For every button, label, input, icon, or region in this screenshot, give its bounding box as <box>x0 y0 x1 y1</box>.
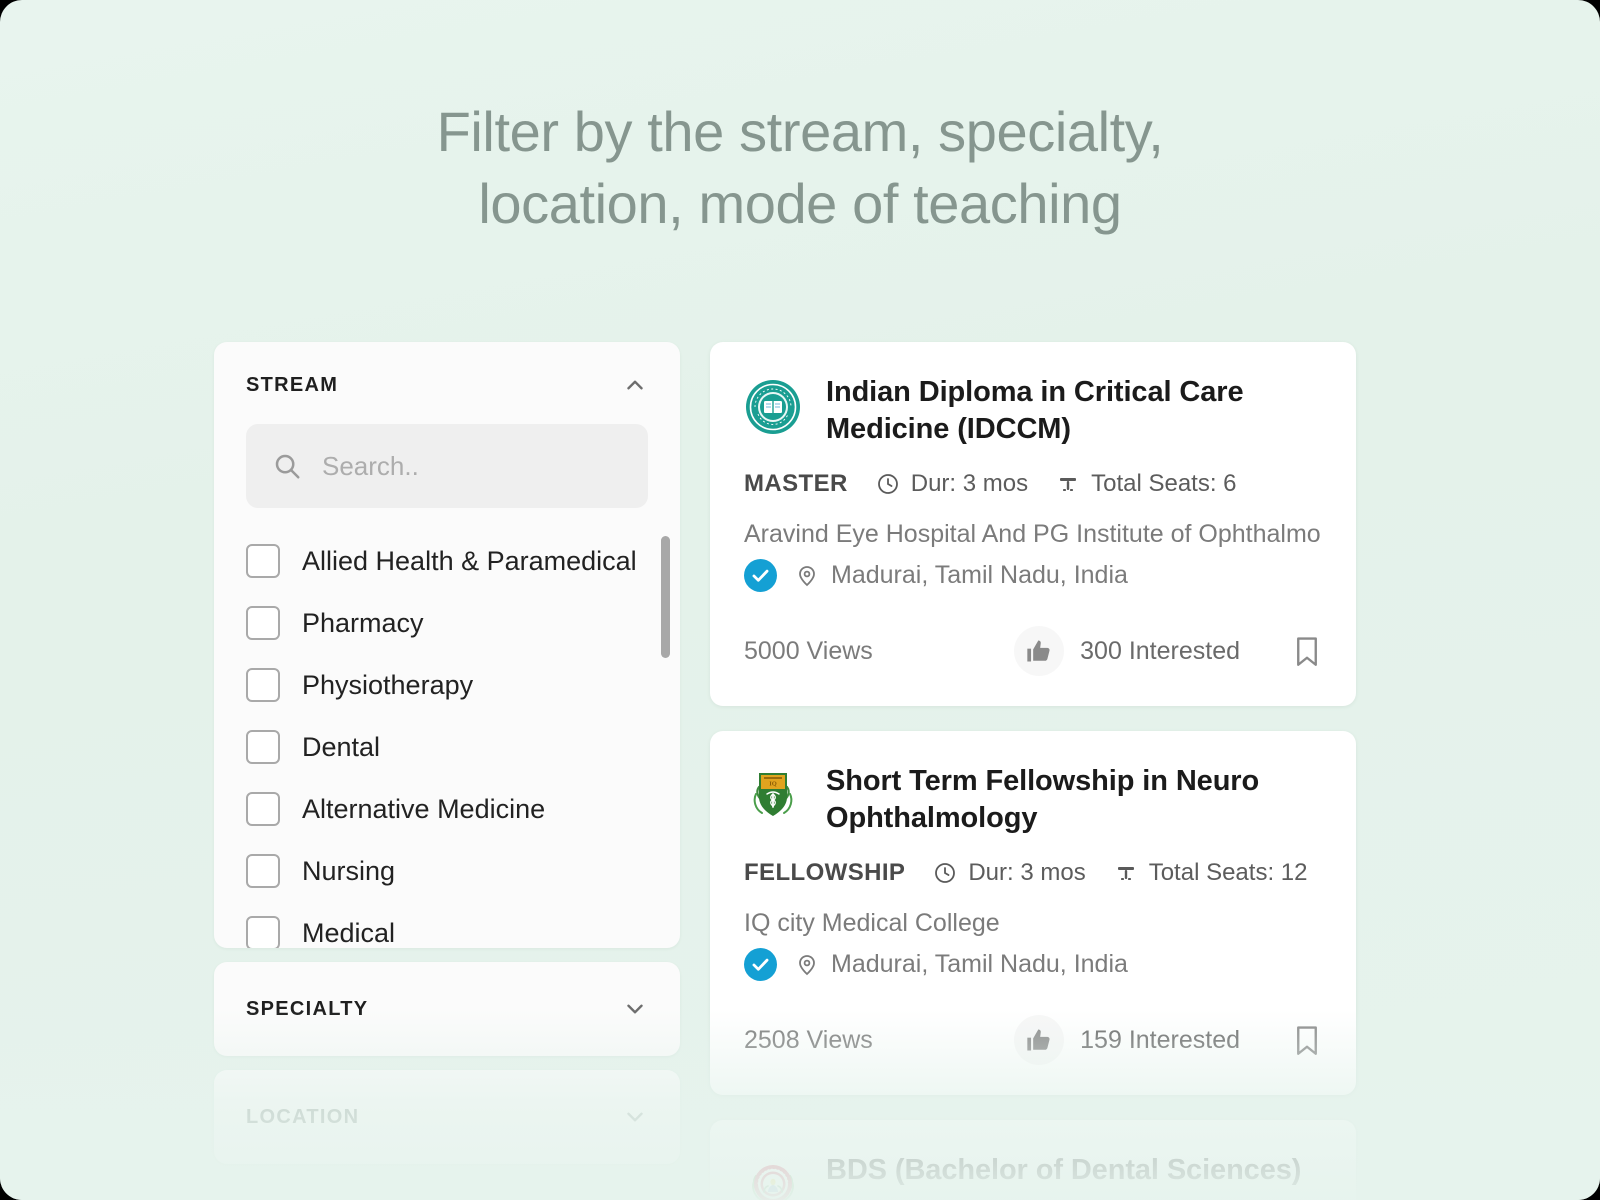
views-count: 5000 Views <box>744 636 873 665</box>
course-duration: Dur: 3 mos <box>933 859 1086 887</box>
location-text: Madurai, Tamil Nadu, India <box>831 950 1128 979</box>
course-seats: Total Seats: 12 <box>1114 859 1308 887</box>
course-seats-text: Total Seats: 6 <box>1091 470 1237 498</box>
course-results-list: Indian Diploma in Critical Care Medicine… <box>710 342 1356 1200</box>
institute-name: Aravind Eye Hospital And PG Institute of… <box>744 520 1322 549</box>
filter-sidebar: STREAM Allied Health & Paramedical <box>214 342 680 1164</box>
search-input[interactable] <box>322 450 622 482</box>
filter-section-location: LOCATION <box>214 1070 680 1164</box>
course-card-header: Indian Diploma in Critical Care Medicine… <box>744 374 1322 448</box>
course-meta-row: FELLOWSHIP Dur: 3 mos Total Seats: 12 <box>744 859 1322 887</box>
thumbs-up-icon[interactable] <box>1014 1015 1065 1066</box>
course-card[interactable]: IQ Short Term Fellowship in Neuro Ophtha… <box>710 731 1356 1096</box>
list-item[interactable]: Medical <box>246 902 648 948</box>
check-circle-icon <box>744 948 777 982</box>
stream-option-label: Physiotherapy <box>302 669 474 700</box>
stream-search-box[interactable] <box>246 424 648 508</box>
list-item[interactable]: Pharmacy <box>246 592 648 654</box>
stream-option-label: Nursing <box>302 855 396 886</box>
green-gold-shield-crest-logo: IQ <box>744 767 802 825</box>
map-pin-icon <box>795 564 819 588</box>
course-seats-text: Total Seats: 12 <box>1148 859 1308 887</box>
stream-option-label: Medical <box>302 917 396 948</box>
list-item[interactable]: Dental <box>246 716 648 778</box>
institute-location-row: Madurai, Tamil Nadu, India <box>744 559 1322 593</box>
red-circular-seal-logo <box>744 1156 802 1200</box>
clock-icon <box>933 861 957 885</box>
course-duration: Dur: 3 mos <box>876 470 1028 498</box>
course-level-badge: MASTER <box>744 470 848 498</box>
clock-icon <box>876 472 900 496</box>
views-count: 2508 Views <box>744 1025 873 1054</box>
stream-options-list[interactable]: Allied Health & Paramedical Pharmacy Phy… <box>214 530 680 948</box>
interested-count: 300 Interested <box>1080 636 1240 665</box>
checkbox-icon[interactable] <box>246 730 280 764</box>
seat-icon <box>1056 472 1080 496</box>
checkbox-icon[interactable] <box>246 544 280 578</box>
search-icon <box>272 451 302 481</box>
stream-section-header[interactable]: STREAM <box>214 342 680 424</box>
stream-option-label: Dental <box>302 731 381 762</box>
content-area: STREAM Allied Health & Paramedical <box>214 342 1390 1200</box>
course-title: BDS (Bachelor of Dental Sciences) <box>826 1154 1302 1187</box>
chevron-up-icon[interactable] <box>622 372 648 398</box>
course-seats: Total Seats: 6 <box>1056 470 1237 498</box>
location-section-header[interactable]: LOCATION <box>214 1070 680 1164</box>
scrollbar-thumb[interactable] <box>661 536 670 658</box>
stream-option-label: Pharmacy <box>302 607 424 638</box>
institute-name: IQ city Medical College <box>744 909 1000 938</box>
list-item[interactable]: Alternative Medicine <box>246 778 648 840</box>
seat-icon <box>1114 861 1138 885</box>
list-item[interactable]: Physiotherapy <box>246 654 648 716</box>
interested-group[interactable]: 300 Interested <box>1014 626 1240 677</box>
course-duration-text: Dur: 3 mos <box>910 470 1029 498</box>
check-circle-icon <box>744 559 777 593</box>
course-card-header: BDS (Bachelor of Dental Sciences) <box>744 1152 1322 1200</box>
page-root: Filter by the stream, specialty, locatio… <box>0 0 1600 1200</box>
filter-section-specialty: SPECIALTY <box>214 962 680 1056</box>
course-card-header: IQ Short Term Fellowship in Neuro Ophtha… <box>744 763 1322 837</box>
page-title-line-2: location, mode of teaching <box>478 171 1122 235</box>
institute-location-row: Madurai, Tamil Nadu, India <box>744 948 1322 982</box>
svg-text:IQ: IQ <box>769 781 777 788</box>
teal-circular-seal-logo <box>744 378 802 436</box>
list-item[interactable]: Nursing <box>246 840 648 902</box>
specialty-section-header[interactable]: SPECIALTY <box>214 962 680 1056</box>
location-text: Madurai, Tamil Nadu, India <box>831 561 1128 590</box>
map-pin-icon <box>795 953 819 977</box>
course-title: Indian Diploma in Critical Care Medicine… <box>826 376 1244 446</box>
checkbox-icon[interactable] <box>246 792 280 826</box>
checkbox-icon[interactable] <box>246 606 280 640</box>
location-section-title: LOCATION <box>246 1105 360 1128</box>
checkbox-icon[interactable] <box>246 854 280 888</box>
stream-section-title: STREAM <box>246 373 339 396</box>
page-title-line-1: Filter by the stream, specialty, <box>436 100 1164 163</box>
stream-option-label: Alternative Medicine <box>302 793 546 824</box>
thumbs-up-icon[interactable] <box>1014 626 1065 677</box>
specialty-section-title: SPECIALTY <box>246 997 369 1020</box>
chevron-down-icon[interactable] <box>622 996 648 1022</box>
stream-option-label: Allied Health & Paramedical <box>302 545 637 576</box>
checkbox-icon[interactable] <box>246 916 280 948</box>
interested-group[interactable]: 159 Interested <box>1014 1015 1240 1066</box>
checkbox-icon[interactable] <box>246 668 280 702</box>
interested-count: 159 Interested <box>1080 1025 1240 1054</box>
list-item[interactable]: Allied Health & Paramedical <box>246 530 648 592</box>
filter-section-stream: STREAM Allied Health & Paramedical <box>214 342 680 948</box>
course-level-badge: FELLOWSHIP <box>744 859 906 887</box>
course-title: Short Term Fellowship in Neuro Ophthalmo… <box>826 765 1260 835</box>
course-card[interactable]: BDS (Bachelor of Dental Sciences) BACHEL… <box>710 1120 1356 1200</box>
bookmark-icon[interactable] <box>1292 1023 1322 1057</box>
course-meta-row: MASTER Dur: 3 mos Total Seats: 6 <box>744 470 1322 498</box>
course-card[interactable]: Indian Diploma in Critical Care Medicine… <box>710 342 1356 707</box>
course-card-footer: 2508 Views 159 Interested <box>744 1015 1322 1066</box>
bookmark-icon[interactable] <box>1292 634 1322 668</box>
stream-list-scrollbar[interactable] <box>661 536 670 942</box>
chevron-down-icon[interactable] <box>622 1104 648 1130</box>
course-card-footer: 5000 Views 300 Interested <box>744 626 1322 677</box>
course-duration-text: Dur: 3 mos <box>968 859 1086 887</box>
page-title: Filter by the stream, specialty, locatio… <box>0 96 1600 239</box>
